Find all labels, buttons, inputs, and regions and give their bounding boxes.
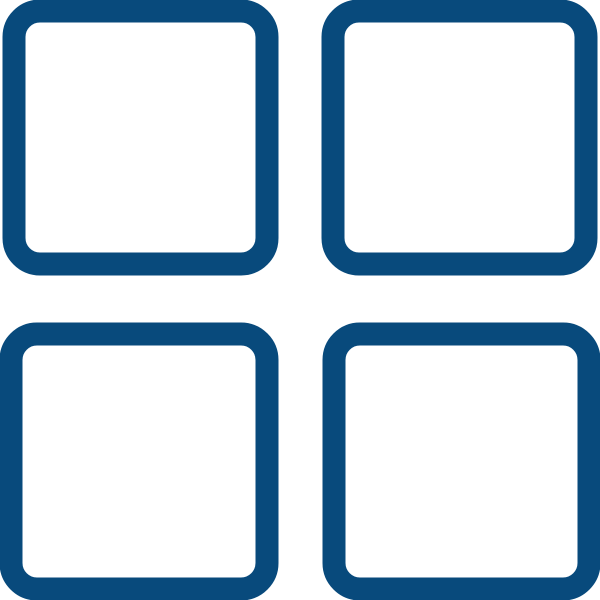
grid-cell-top-right	[321, 0, 598, 276]
grid-cell-bottom-left	[0, 322, 279, 600]
grid-cell-top-left	[2, 0, 279, 276]
grid-cell-bottom-right	[322, 322, 600, 600]
grid-view-icon-graphic	[0, 0, 600, 600]
grid-view-icon[interactable]	[0, 0, 600, 600]
